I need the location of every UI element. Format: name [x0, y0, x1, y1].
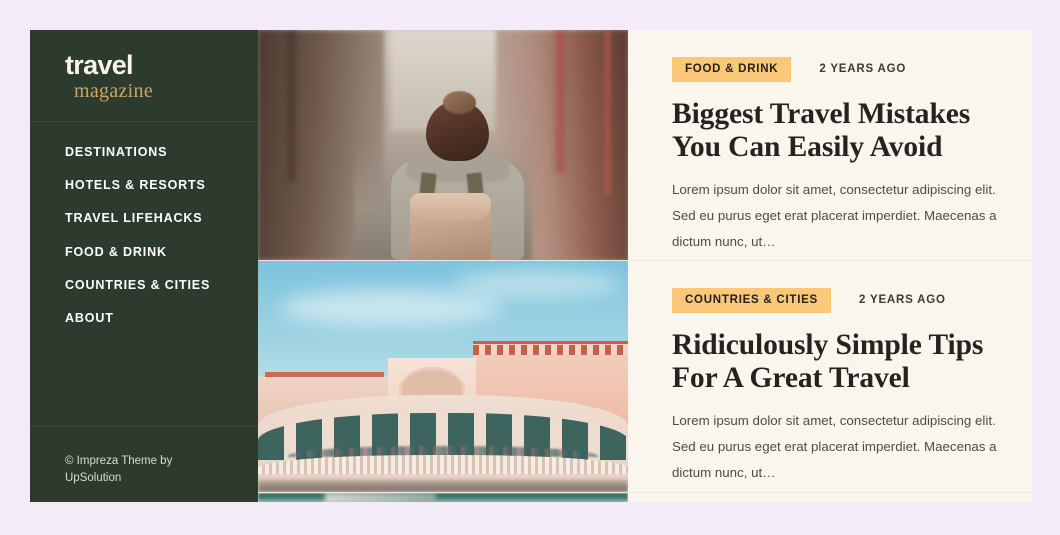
post-meta: Food & Drink 2 years ago — [672, 56, 997, 82]
post-title[interactable]: Biggest Travel Mistakes You Can Easily A… — [672, 98, 997, 164]
next-post-photo — [258, 493, 628, 502]
alley-traveler-photo — [258, 30, 628, 260]
post-thumbnail[interactable] — [258, 493, 628, 502]
category-badge[interactable]: Food & Drink — [672, 56, 792, 82]
site-layout: travel magazine Destinations Hotels & Re… — [30, 30, 1032, 502]
post-list: Food & Drink 2 years ago Biggest Travel … — [258, 30, 1032, 502]
logo-word-magazine: magazine — [74, 80, 154, 102]
sidebar-item-countries-cities[interactable]: Countries & Cities — [65, 278, 258, 292]
sidebar-item-food-drink[interactable]: Food & Drink — [65, 245, 258, 259]
post-content: Countries & Cities 2 years ago Ridiculou… — [628, 261, 1032, 492]
sidebar-item-travel-lifehacks[interactable]: Travel Lifehacks — [65, 211, 258, 225]
post-item: Food & Drink 2 years ago Biggest Travel … — [258, 30, 1032, 261]
post-date: 2 years ago — [858, 294, 946, 306]
post-title[interactable]: Ridiculously Simple Tips For A Great Tra… — [672, 329, 997, 395]
post-excerpt: Lorem ipsum dolor sit amet, consectetur … — [672, 413, 997, 480]
post-item: Countries & Cities 2 years ago Ridiculou… — [258, 261, 1032, 493]
post-meta: Countries & Cities 2 years ago — [672, 287, 997, 313]
site-logo[interactable]: travel magazine — [30, 30, 258, 122]
post-thumbnail[interactable] — [258, 261, 628, 492]
main-navigation: Destinations Hotels & Resorts Travel Lif… — [30, 122, 258, 426]
post-date: 2 years ago — [819, 63, 907, 75]
post-thumbnail[interactable] — [258, 30, 628, 260]
theme-credit: © Impreza Theme by UpSolution — [65, 455, 173, 484]
rialto-bridge-photo — [258, 261, 628, 492]
post-item — [258, 493, 1032, 502]
post-content: Food & Drink 2 years ago Biggest Travel … — [628, 30, 1032, 260]
sidebar-item-destinations[interactable]: Destinations — [65, 145, 258, 159]
post-content — [628, 493, 1032, 502]
sidebar: travel magazine Destinations Hotels & Re… — [30, 30, 258, 502]
sidebar-item-about[interactable]: About — [65, 311, 258, 325]
sidebar-footer: © Impreza Theme by UpSolution — [30, 426, 258, 502]
category-badge[interactable]: Countries & Cities — [672, 287, 831, 313]
post-excerpt: Lorem ipsum dolor sit amet, consectetur … — [672, 182, 997, 249]
sidebar-item-hotels-resorts[interactable]: Hotels & Resorts — [65, 178, 258, 192]
logo-word-travel: travel — [65, 50, 134, 80]
